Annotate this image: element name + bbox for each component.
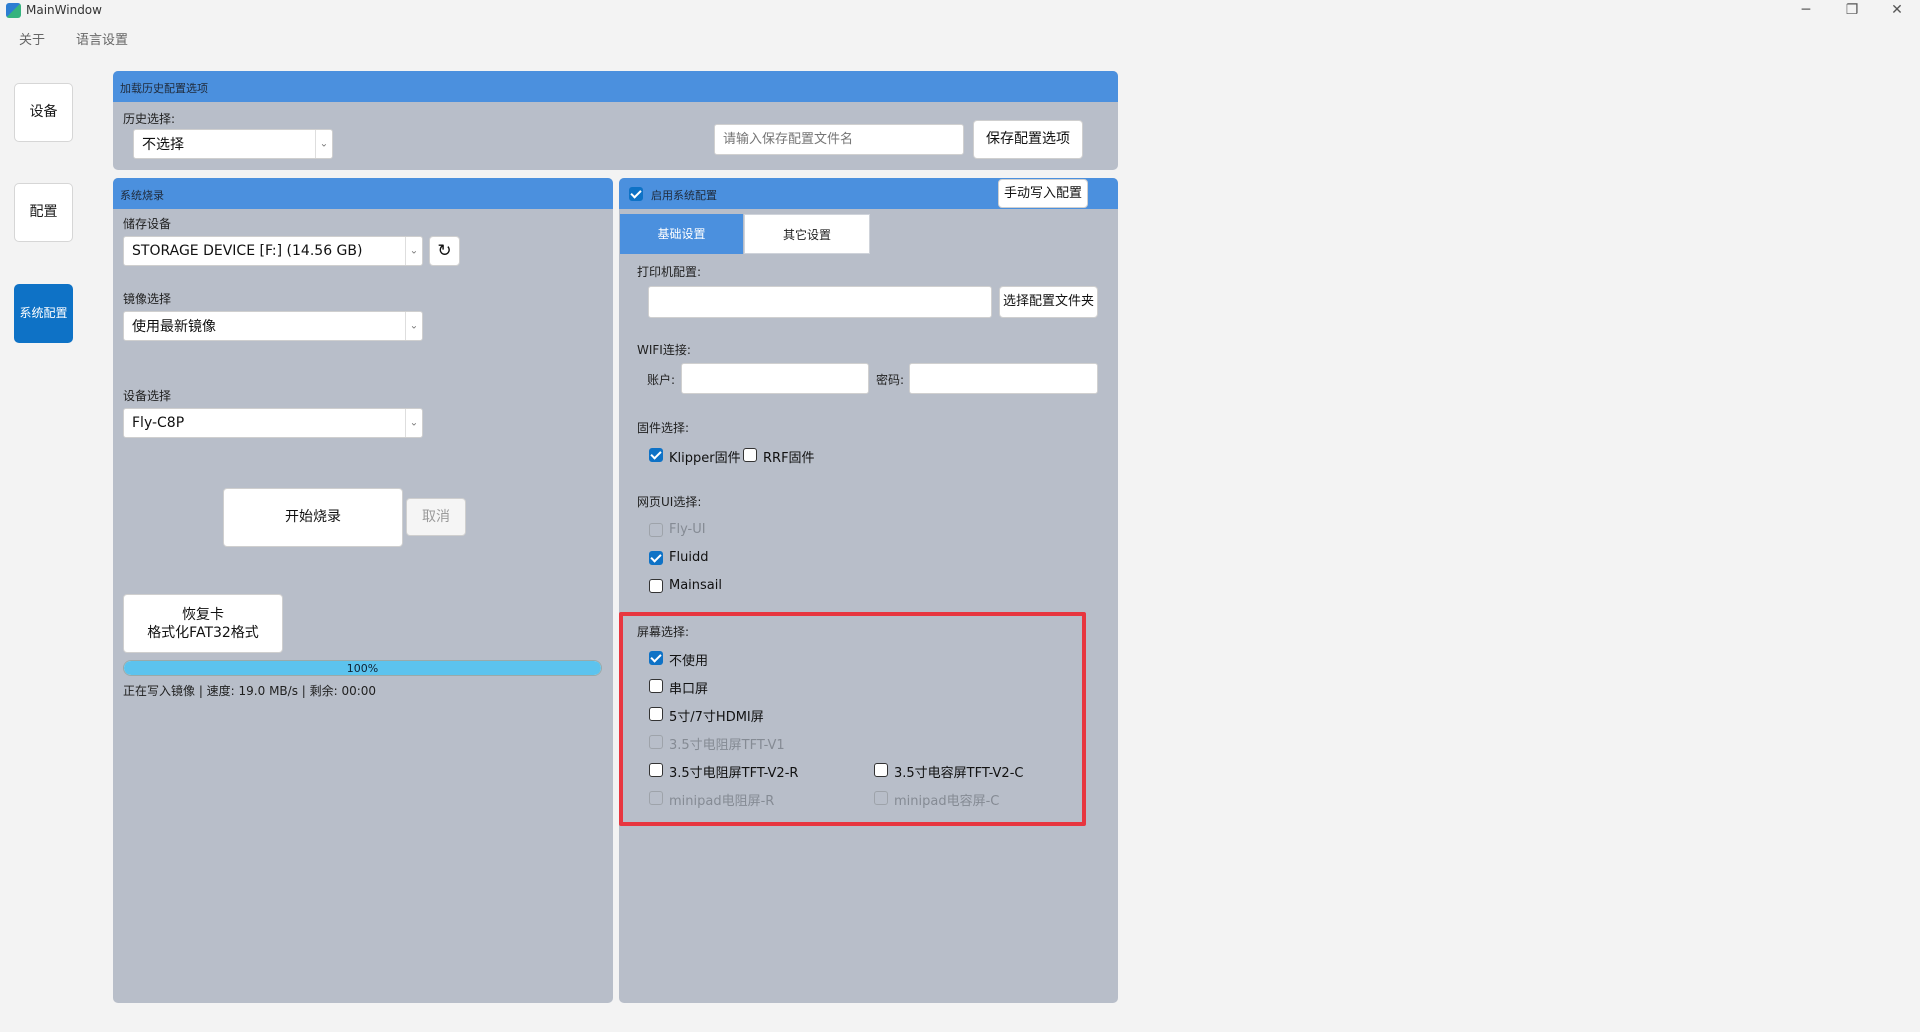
history-header: 加载历史配置选项: [113, 71, 1118, 102]
refresh-icon[interactable]: ↻: [429, 236, 460, 266]
screen-checkbox-6[interactable]: [649, 791, 663, 805]
screen-label-2: 5寸/7寸HDMI屏: [669, 710, 764, 725]
manual-write-config-button[interactable]: 手动写入配置: [998, 179, 1088, 208]
screen-label-7: minipad电容屏-C: [894, 794, 1000, 809]
wifi-label: WIFI连接:: [637, 343, 691, 357]
minimize-icon[interactable]: ─: [1783, 0, 1829, 22]
device-select[interactable]: Fly-C8P ⌄: [123, 408, 423, 438]
firmware-checkbox-0[interactable]: [649, 448, 663, 462]
webui-label-1: Fluidd: [669, 550, 709, 565]
restore-card-label-line2: 格式化FAT32格式: [147, 625, 259, 641]
progress-bar: 100%: [123, 660, 602, 676]
firmware-label-0: Klipper固件: [669, 451, 741, 466]
printer-config-label: 打印机配置:: [637, 265, 702, 279]
firmware-label: 固件选择:: [637, 421, 690, 435]
screen-checkbox-2[interactable]: [649, 707, 663, 721]
webui-checkbox-1[interactable]: [649, 551, 663, 565]
storage-label: 储存设备: [123, 217, 172, 231]
restore-icon[interactable]: ❐: [1829, 0, 1875, 22]
app-icon: [6, 3, 21, 18]
save-config-button[interactable]: 保存配置选项: [973, 120, 1083, 159]
menu-about[interactable]: 关于: [19, 29, 45, 48]
flash-panel: 系统烧录 储存设备 STORAGE DEVICE [F:] (14.56 GB)…: [113, 178, 613, 1003]
screen-checkbox-1[interactable]: [649, 679, 663, 693]
chevron-down-icon: ⌄: [315, 130, 332, 158]
screen-label-1: 串口屏: [669, 682, 709, 697]
nav-device-button[interactable]: 设备: [14, 83, 73, 142]
config-filename-input[interactable]: [714, 124, 964, 155]
webui-checkbox-0[interactable]: [649, 523, 663, 537]
image-select[interactable]: 使用最新镜像 ⌄: [123, 311, 423, 341]
screen-label-6: minipad电阻屏-R: [669, 794, 775, 809]
wifi-account-label: 账户:: [647, 373, 676, 387]
screen-checkbox-7[interactable]: [874, 791, 888, 805]
screen-checkbox-4[interactable]: [649, 763, 663, 777]
menu-language[interactable]: 语言设置: [76, 29, 128, 48]
flash-header-title: 系统烧录: [120, 189, 164, 202]
webui-label-0: Fly-UI: [669, 522, 706, 537]
screen-checkbox-0[interactable]: [649, 651, 663, 665]
screen-checkbox-5[interactable]: [874, 763, 888, 777]
system-config-header: 启用系统配置 手动写入配置: [619, 178, 1118, 209]
screen-label-4: 3.5寸电阻屏TFT-V2-R: [669, 766, 799, 781]
wifi-account-input[interactable]: [681, 363, 869, 394]
flash-header: 系统烧录: [113, 178, 613, 209]
storage-select-value: STORAGE DEVICE [F:] (14.56 GB): [132, 243, 363, 259]
image-label: 镜像选择: [123, 292, 172, 306]
enable-system-config-label: 启用系统配置: [651, 189, 717, 202]
progress-text: 100%: [346, 662, 379, 675]
chevron-down-icon: ⌄: [405, 237, 422, 265]
flash-status-text: 正在写入镜像 | 速度: 19.0 MB/s | 剩余: 00:00: [123, 684, 377, 698]
screen-checkbox-3[interactable]: [649, 735, 663, 749]
printer-config-input[interactable]: [648, 286, 992, 318]
wifi-password-label: 密码:: [876, 373, 905, 387]
chevron-down-icon: ⌄: [405, 312, 422, 340]
wifi-password-input[interactable]: [909, 363, 1098, 394]
webui-checkbox-2[interactable]: [649, 579, 663, 593]
close-icon[interactable]: ✕: [1874, 0, 1920, 22]
chevron-down-icon: ⌄: [405, 409, 422, 437]
cancel-button[interactable]: 取消: [406, 498, 466, 536]
title-bar: MainWindow ─ ❐ ✕: [0, 0, 1920, 22]
history-header-title: 加载历史配置选项: [120, 82, 208, 95]
image-select-value: 使用最新镜像: [132, 319, 216, 335]
enable-system-config-checkbox[interactable]: [629, 187, 643, 201]
screen-label-3: 3.5寸电阻屏TFT-V1: [669, 738, 785, 753]
history-select[interactable]: 不选择 ⌄: [133, 129, 333, 159]
select-config-folder-button[interactable]: 选择配置文件夹: [999, 286, 1098, 318]
nav-system-config-button[interactable]: 系统配置: [14, 284, 73, 343]
screen-label-0: 不使用: [669, 654, 709, 669]
restore-card-button[interactable]: 恢复卡 格式化FAT32格式: [123, 594, 283, 653]
nav-config-button[interactable]: 配置: [14, 183, 73, 242]
history-label: 历史选择:: [123, 112, 176, 126]
history-select-value: 不选择: [142, 137, 184, 153]
device-label: 设备选择: [123, 389, 172, 403]
start-flash-button[interactable]: 开始烧录: [223, 488, 403, 547]
tab-basic-settings[interactable]: 基础设置: [620, 214, 743, 254]
tab-other-settings[interactable]: 其它设置: [744, 214, 870, 254]
device-select-value: Fly-C8P: [132, 415, 185, 431]
firmware-label-1: RRF固件: [763, 451, 815, 466]
history-panel: 加载历史配置选项 历史选择: 不选择 ⌄ 保存配置选项: [113, 71, 1118, 170]
webui-label-2: Mainsail: [669, 578, 722, 593]
system-config-panel: 启用系统配置 手动写入配置 基础设置 其它设置 打印机配置: 选择配置文件夹 W…: [619, 178, 1118, 1003]
restore-card-label-line1: 恢复卡: [182, 607, 224, 623]
firmware-checkbox-1[interactable]: [743, 448, 757, 462]
window-title: MainWindow: [26, 3, 102, 17]
webui-label: 网页UI选择:: [637, 495, 702, 509]
screen-label-5: 3.5寸电容屏TFT-V2-C: [894, 766, 1024, 781]
storage-select[interactable]: STORAGE DEVICE [F:] (14.56 GB) ⌄: [123, 236, 423, 266]
screen-label: 屏幕选择:: [637, 625, 690, 639]
